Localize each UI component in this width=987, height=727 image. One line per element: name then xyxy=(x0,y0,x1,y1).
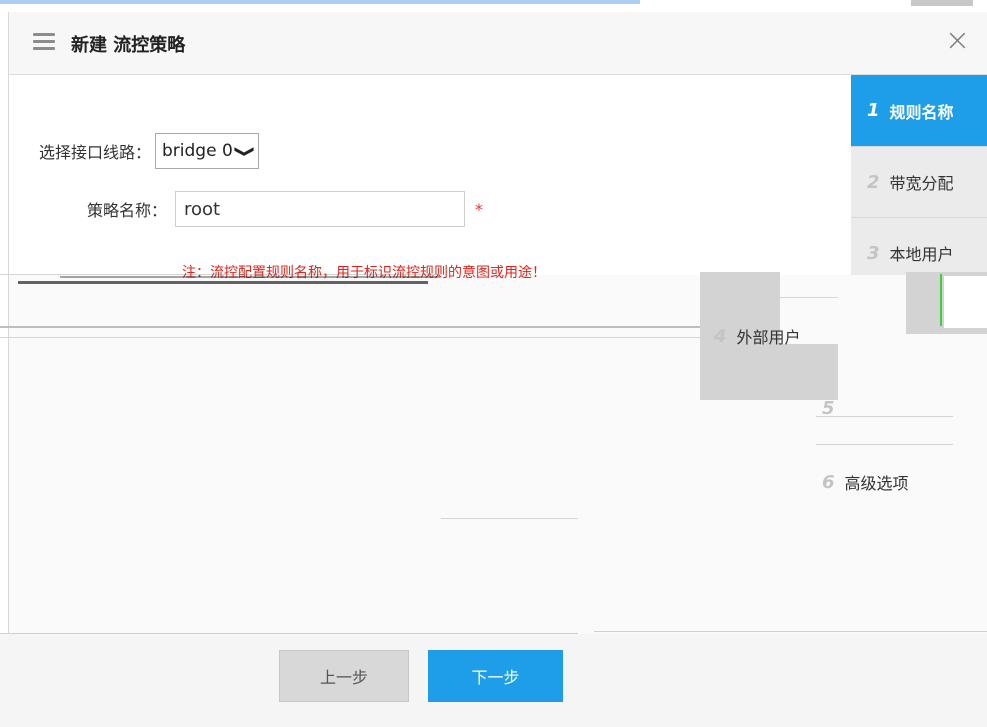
top-strip-gray xyxy=(911,0,973,6)
glitch-text-fragment xyxy=(60,276,440,278)
interface-select[interactable]: bridge 0 ❯ xyxy=(155,133,260,169)
footer-divider xyxy=(0,633,578,634)
policy-form: 选择接口线路： bridge 0 ❯ 策略名称： root * xyxy=(9,75,851,275)
step-number: 4 xyxy=(714,325,727,347)
next-step-button[interactable]: 下一步 xyxy=(428,650,563,702)
step-number: 3 xyxy=(867,242,880,264)
dialog-header: 新建 流控策略 × xyxy=(9,12,987,75)
glitch-line xyxy=(816,416,953,417)
glitch-line xyxy=(0,337,700,338)
menu-icon[interactable] xyxy=(33,33,55,51)
glitch-line xyxy=(0,326,700,328)
close-icon[interactable]: × xyxy=(945,26,970,56)
footer-divider xyxy=(594,631,987,632)
policy-name-input[interactable]: root xyxy=(175,191,466,227)
steps-sidebar: 1 规则名称 2 带宽分配 3 本地用户 xyxy=(851,75,987,275)
glitch-green-mark xyxy=(940,274,942,326)
glitch-block xyxy=(700,344,838,400)
previous-step-button[interactable]: 上一步 xyxy=(279,650,409,702)
step-number: 2 xyxy=(867,171,880,193)
step-bandwidth[interactable]: 2 带宽分配 xyxy=(851,146,987,217)
step-label: 规则名称 xyxy=(889,102,954,122)
new-flow-policy-dialog: 新建 流控策略 × 选择接口线路： bridge 0 ❯ 策略名称： root … xyxy=(8,12,987,727)
interface-select-value: bridge 0 xyxy=(162,141,233,161)
step-advanced[interactable]: 6 高级选项 xyxy=(822,470,909,494)
top-strip-accent xyxy=(0,0,640,4)
interface-row: 选择接口线路： bridge 0 ❯ xyxy=(39,133,260,169)
glitch-line xyxy=(778,297,838,298)
chevron-down-icon: ❯ xyxy=(234,144,257,158)
dialog-title: 新建 流控策略 xyxy=(71,35,186,56)
glitch-text-fragment xyxy=(18,281,428,284)
glitch-line xyxy=(816,444,953,445)
top-strip xyxy=(0,0,987,10)
interface-label: 选择接口线路： xyxy=(39,143,152,162)
step-label: 外部用户 xyxy=(736,328,801,347)
step-number: 6 xyxy=(822,471,835,493)
step-rule-name[interactable]: 1 规则名称 xyxy=(851,75,987,146)
policy-name-row: 策略名称： root * xyxy=(87,191,483,227)
step-external-users[interactable]: 4 外部用户 xyxy=(714,324,801,348)
glitch-line xyxy=(441,518,578,519)
glitch-white xyxy=(944,276,987,328)
step-label: 本地用户 xyxy=(889,245,954,264)
step-number: 1 xyxy=(867,100,880,121)
step-label: 带宽分配 xyxy=(889,174,954,193)
warning-note: 注：流控配置规则名称，用于标识流控规则的意图或用途！ xyxy=(182,265,546,281)
required-mark: * xyxy=(475,199,484,219)
step-label: 高级选项 xyxy=(844,474,909,493)
policy-name-label: 策略名称： xyxy=(87,201,168,220)
